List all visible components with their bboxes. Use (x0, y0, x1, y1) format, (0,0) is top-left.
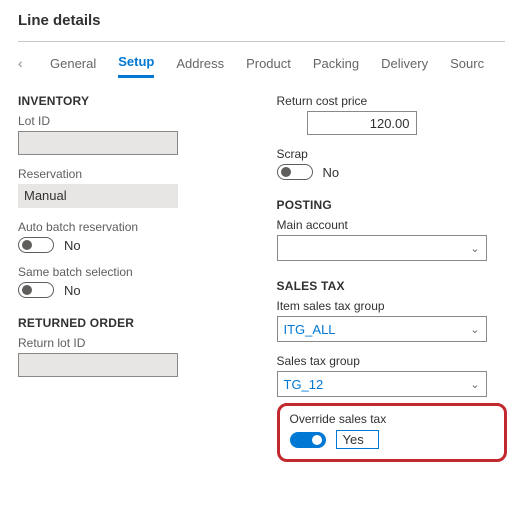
chevron-left-icon[interactable]: ‹ (18, 55, 28, 71)
same-batch-label: Same batch selection (18, 265, 247, 279)
inventory-heading: INVENTORY (18, 94, 247, 108)
right-column: Return cost price Scrap No POSTING Main … (277, 94, 506, 462)
tax-group-select[interactable]: TG_12 ⌄ (277, 371, 487, 397)
same-batch-value: No (64, 283, 81, 298)
posting-heading: POSTING (277, 198, 506, 212)
lot-id-input[interactable] (18, 131, 178, 155)
reservation-label: Reservation (18, 167, 247, 181)
item-tax-group-label: Item sales tax group (277, 299, 506, 313)
override-highlight: Override sales tax Yes (277, 403, 507, 462)
auto-batch-value: No (64, 238, 81, 253)
sales-tax-heading: SALES TAX (277, 279, 506, 293)
return-cost-label: Return cost price (277, 94, 506, 108)
return-cost-input[interactable] (307, 111, 417, 135)
tax-group-label: Sales tax group (277, 354, 506, 368)
override-tax-value: Yes (336, 430, 379, 449)
reservation-select[interactable]: Manual (18, 184, 178, 208)
left-column: INVENTORY Lot ID Reservation Manual Auto… (18, 94, 247, 462)
main-account-select[interactable]: ⌄ (277, 235, 487, 261)
item-tax-group-select[interactable]: ITG_ALL ⌄ (277, 316, 487, 342)
chevron-down-icon: ⌄ (470, 323, 479, 336)
reservation-value: Manual (24, 188, 67, 203)
override-tax-toggle[interactable] (290, 432, 326, 448)
override-tax-label: Override sales tax (290, 412, 494, 426)
tab-address[interactable]: Address (176, 50, 224, 77)
tab-general[interactable]: General (50, 50, 96, 77)
auto-batch-label: Auto batch reservation (18, 220, 247, 234)
divider (18, 41, 505, 42)
return-lot-label: Return lot ID (18, 336, 247, 350)
tab-product[interactable]: Product (246, 50, 291, 77)
tabs-bar: ‹ General Setup Address Product Packing … (18, 48, 505, 80)
tab-packing[interactable]: Packing (313, 50, 359, 77)
scrap-value: No (323, 165, 340, 180)
same-batch-toggle[interactable] (18, 282, 54, 298)
scrap-toggle[interactable] (277, 164, 313, 180)
tab-setup[interactable]: Setup (118, 48, 154, 78)
tab-sourcing[interactable]: Sourc (450, 50, 484, 77)
chevron-down-icon: ⌄ (470, 242, 479, 255)
scrap-label: Scrap (277, 147, 506, 161)
chevron-down-icon: ⌄ (470, 378, 479, 391)
main-account-label: Main account (277, 218, 506, 232)
return-lot-input[interactable] (18, 353, 178, 377)
page-title: Line details (18, 10, 505, 41)
lot-id-label: Lot ID (18, 114, 247, 128)
tax-group-value: TG_12 (284, 377, 324, 392)
tab-delivery[interactable]: Delivery (381, 50, 428, 77)
returned-order-heading: RETURNED ORDER (18, 316, 247, 330)
item-tax-group-value: ITG_ALL (284, 322, 336, 337)
auto-batch-toggle[interactable] (18, 237, 54, 253)
